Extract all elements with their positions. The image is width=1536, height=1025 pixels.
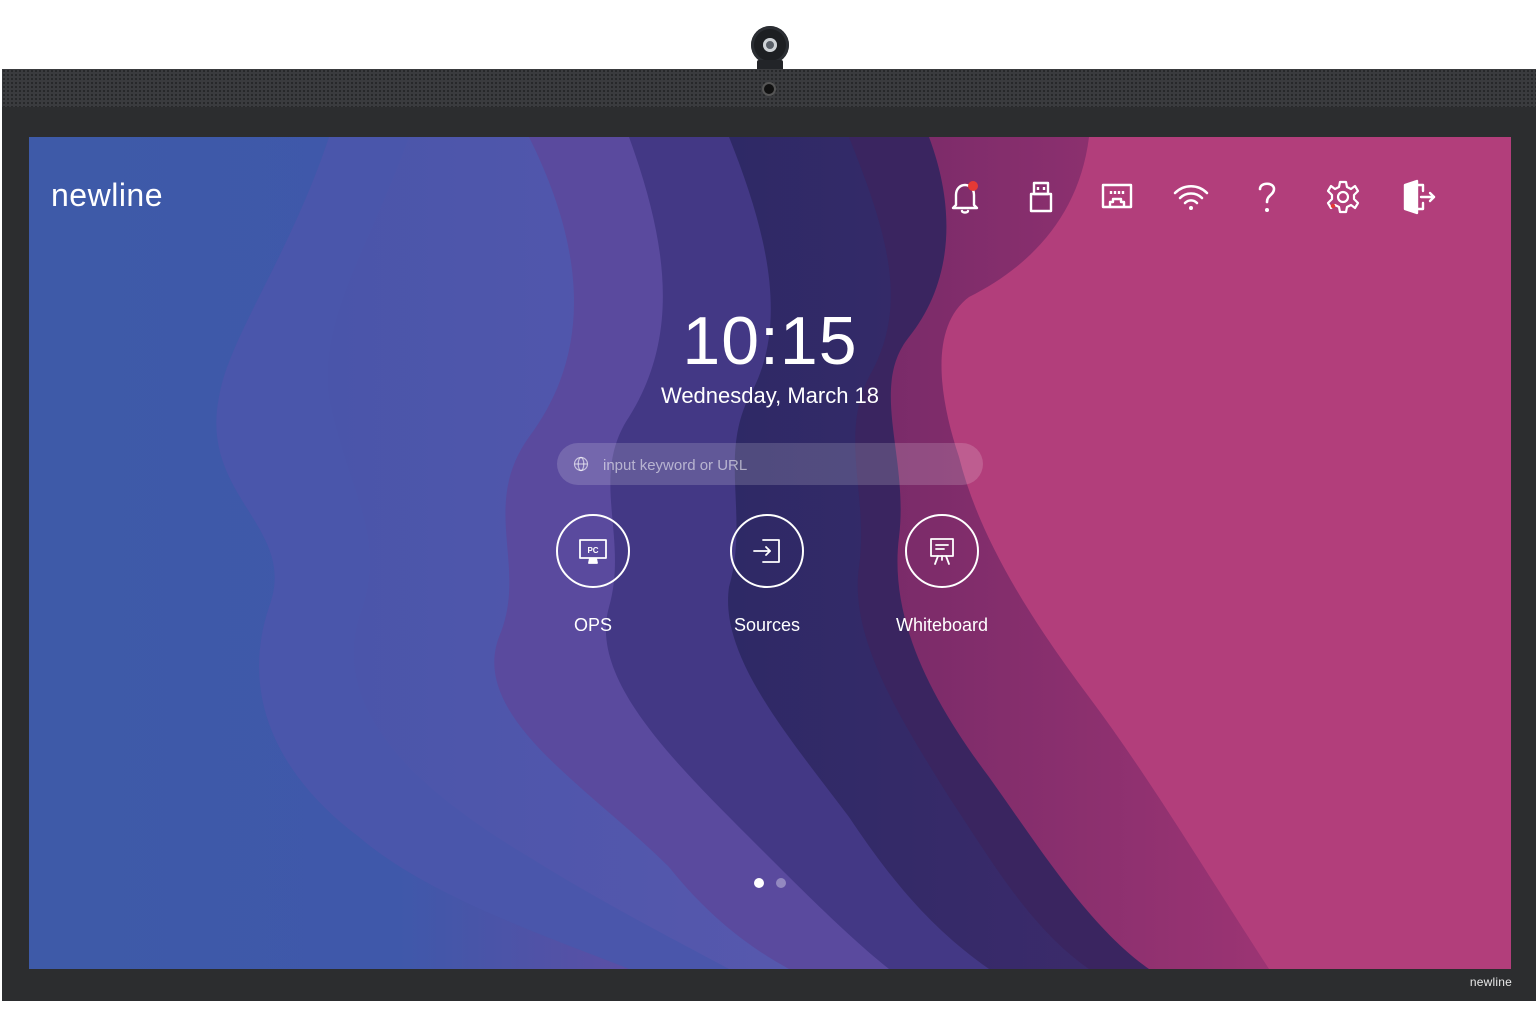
help-icon[interactable] — [1247, 177, 1287, 217]
search-input[interactable] — [601, 443, 965, 487]
wifi-icon[interactable] — [1171, 177, 1211, 217]
page-indicator-1[interactable] — [754, 878, 764, 888]
front-sensor — [764, 84, 774, 94]
globe-icon — [573, 456, 589, 472]
bezel-bottom — [2, 969, 1536, 1001]
newline-logo: newline — [51, 177, 164, 213]
whiteboard-button[interactable] — [905, 514, 979, 588]
whiteboard-icon — [930, 538, 954, 565]
clock-date: Wednesday, March 18 — [660, 383, 880, 408]
input-source-icon — [753, 539, 780, 563]
usb-icon[interactable] — [1021, 177, 1061, 217]
svg-text:PC: PC — [587, 546, 598, 555]
search-bar[interactable] — [557, 443, 983, 487]
ethernet-icon[interactable] — [1097, 177, 1137, 217]
app-label-whiteboard: Whiteboard — [895, 615, 989, 635]
camera-lens-icon — [763, 38, 777, 52]
webcam — [751, 26, 789, 64]
pc-monitor-icon: PC — [579, 539, 607, 564]
sources-button[interactable] — [730, 514, 804, 588]
app-label-sources: Sources — [733, 615, 801, 635]
app-label-ops: OPS — [573, 615, 612, 635]
home-screen: newline 10:15 Wednesday, March 18 input … — [29, 137, 1511, 969]
notification-bell-icon[interactable] — [945, 177, 985, 217]
settings-gear-icon[interactable] — [1323, 177, 1363, 217]
page-indicator-2[interactable] — [776, 878, 786, 888]
ops-button[interactable]: PC — [556, 514, 630, 588]
exit-icon[interactable] — [1399, 177, 1439, 217]
bezel-logo: newline — [1469, 975, 1512, 989]
clock-time: 10:15 — [682, 303, 858, 379]
